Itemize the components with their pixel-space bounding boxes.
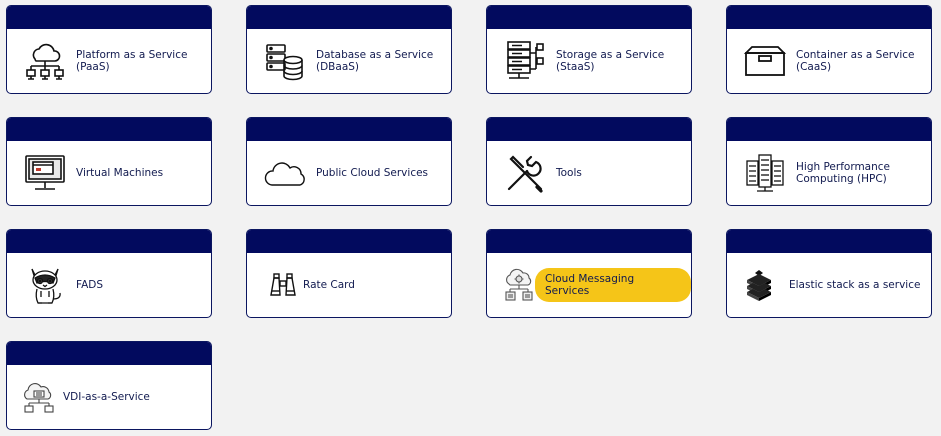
card-label: Elastic stack as a service xyxy=(789,279,921,291)
container-box-icon xyxy=(743,39,787,83)
card-header xyxy=(7,342,211,365)
card-header xyxy=(487,230,691,253)
card-dbaas[interactable]: Database as a Service (DBaaS) xyxy=(246,5,452,94)
virtual-machine-monitor-icon xyxy=(23,151,67,195)
tools-icon xyxy=(503,151,547,195)
cloud-messaging-icon xyxy=(501,267,537,303)
card-elastic-stack[interactable]: Elastic stack as a service xyxy=(726,229,932,318)
card-label-highlighted: Cloud Messaging Services xyxy=(535,268,691,302)
card-rate-card[interactable]: Rate Card xyxy=(246,229,452,318)
binoculars-icon xyxy=(261,263,305,307)
card-label: Storage as a Service (StaaS) xyxy=(556,49,665,73)
card-public-cloud[interactable]: Public Cloud Services xyxy=(246,117,452,206)
card-vdi[interactable]: VDI-as-a-Service xyxy=(6,341,212,430)
card-label: Database as a Service (DBaaS) xyxy=(316,49,434,73)
card-header xyxy=(7,118,211,141)
card-header xyxy=(247,118,451,141)
database-icon xyxy=(263,39,307,83)
card-label: Rate Card xyxy=(303,279,355,291)
service-grid: Platform as a Service (PaaS) Database as… xyxy=(0,0,941,436)
elastic-stack-icon xyxy=(741,267,777,303)
cat-mascot-icon xyxy=(23,263,67,307)
card-paas[interactable]: Platform as a Service (PaaS) xyxy=(6,5,212,94)
card-tools[interactable]: Tools xyxy=(486,117,692,206)
server-rack-icon xyxy=(743,151,787,195)
card-label: VDI-as-a-Service xyxy=(63,391,150,403)
card-label: Public Cloud Services xyxy=(316,167,429,179)
card-label: FADS xyxy=(76,279,104,291)
card-header xyxy=(7,230,211,253)
card-header xyxy=(7,6,211,29)
card-header xyxy=(727,230,931,253)
card-header xyxy=(487,6,691,29)
card-fads[interactable]: FADS xyxy=(6,229,212,318)
card-label: Tools xyxy=(556,167,582,179)
card-caas[interactable]: Container as a Service (CaaS) xyxy=(726,5,932,94)
card-label: High Performance Computing (HPC) xyxy=(796,161,891,185)
card-label: Virtual Machines xyxy=(76,167,164,179)
card-staas[interactable]: Storage as a Service (StaaS) xyxy=(486,5,692,94)
card-header xyxy=(487,118,691,141)
card-hpc[interactable]: High Performance Computing (HPC) xyxy=(726,117,932,206)
storage-server-icon xyxy=(503,39,547,83)
card-header xyxy=(727,6,931,29)
card-label: Container as a Service (CaaS) xyxy=(796,49,915,73)
card-cloud-messaging[interactable]: Cloud Messaging Services xyxy=(486,229,692,318)
cloud-desktop-icon xyxy=(21,379,57,415)
card-label: Platform as a Service (PaaS) xyxy=(76,49,188,73)
card-header xyxy=(247,6,451,29)
card-virtual-machines[interactable]: Virtual Machines xyxy=(6,117,212,206)
card-header xyxy=(247,230,451,253)
card-header xyxy=(727,118,931,141)
cloud-network-icon xyxy=(23,39,67,83)
cloud-icon xyxy=(263,151,307,195)
